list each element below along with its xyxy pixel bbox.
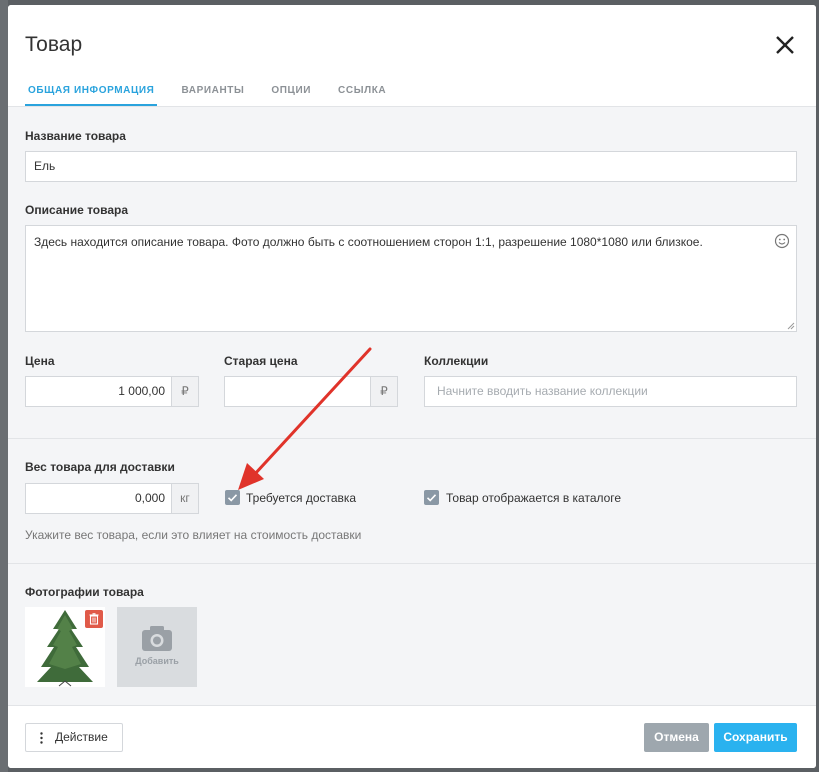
delete-photo-button[interactable] (85, 610, 103, 628)
weight-label: Вес товара для доставки (25, 460, 175, 474)
modal-title: Товар (25, 33, 83, 56)
product-name-input[interactable]: Ель (25, 151, 797, 182)
product-photo-thumbnail[interactable] (25, 607, 105, 687)
tab-variants[interactable]: ВАРИАНТЫ (178, 79, 247, 106)
cancel-button[interactable]: Отмена (644, 723, 709, 752)
section-divider (8, 563, 816, 564)
visible-in-catalog-label[interactable]: Товар отображается в каталоге (446, 491, 621, 505)
save-button[interactable]: Сохранить (714, 723, 797, 752)
photos-label: Фотографии товара (25, 585, 144, 599)
check-icon (426, 494, 437, 502)
smiley-icon[interactable] (774, 233, 790, 249)
annotation-arrow (238, 347, 372, 490)
product-description-text: Здесь находится описание товара. Фото до… (34, 235, 703, 249)
product-description-textarea[interactable]: Здесь находится описание товара. Фото до… (25, 225, 797, 332)
price-input[interactable]: 1 000,00 (25, 376, 172, 407)
trash-icon (89, 613, 99, 625)
product-modal: Товар ОБЩАЯ ИНФОРМАЦИЯ ВАРИАНТЫ ОПЦИИ СС… (8, 5, 816, 768)
tab-bar: ОБЩАЯ ИНФОРМАЦИЯ ВАРИАНТЫ ОПЦИИ ССЫЛКА (25, 79, 410, 106)
close-icon (776, 36, 794, 54)
visible-in-catalog-checkbox[interactable] (424, 490, 439, 505)
add-photo-label: Добавить (135, 656, 179, 666)
price-currency-addon: ₽ (171, 376, 199, 407)
add-photo-button[interactable]: Добавить (117, 607, 197, 687)
tab-options[interactable]: ОПЦИИ (268, 79, 314, 106)
collections-input[interactable]: Начните вводить название коллекции (424, 376, 797, 407)
collections-label: Коллекции (424, 354, 489, 368)
vertical-dots-icon (40, 732, 43, 744)
action-button-label: Действие (55, 730, 108, 744)
modal-header: Товар ОБЩАЯ ИНФОРМАЦИЯ ВАРИАНТЫ ОПЦИИ СС… (8, 5, 816, 107)
tab-general-info[interactable]: ОБЩАЯ ИНФОРМАЦИЯ (25, 79, 158, 106)
tab-link[interactable]: ССЫЛКА (335, 79, 389, 106)
weight-unit-addon: кг (171, 483, 199, 514)
page-backdrop (0, 0, 8, 772)
modal-footer: Действие Отмена Сохранить (8, 705, 816, 768)
price-label: Цена (25, 354, 55, 368)
product-name-label: Название товара (25, 129, 126, 143)
close-button[interactable] (772, 32, 798, 58)
section-divider (8, 438, 816, 439)
weight-hint: Укажите вес товара, если это влияет на с… (25, 528, 362, 542)
weight-input[interactable]: 0,000 (25, 483, 172, 514)
camera-icon (142, 626, 172, 651)
action-button[interactable]: Действие (25, 723, 123, 752)
resize-grip-icon[interactable] (787, 322, 795, 330)
product-description-label: Описание товара (25, 203, 129, 217)
